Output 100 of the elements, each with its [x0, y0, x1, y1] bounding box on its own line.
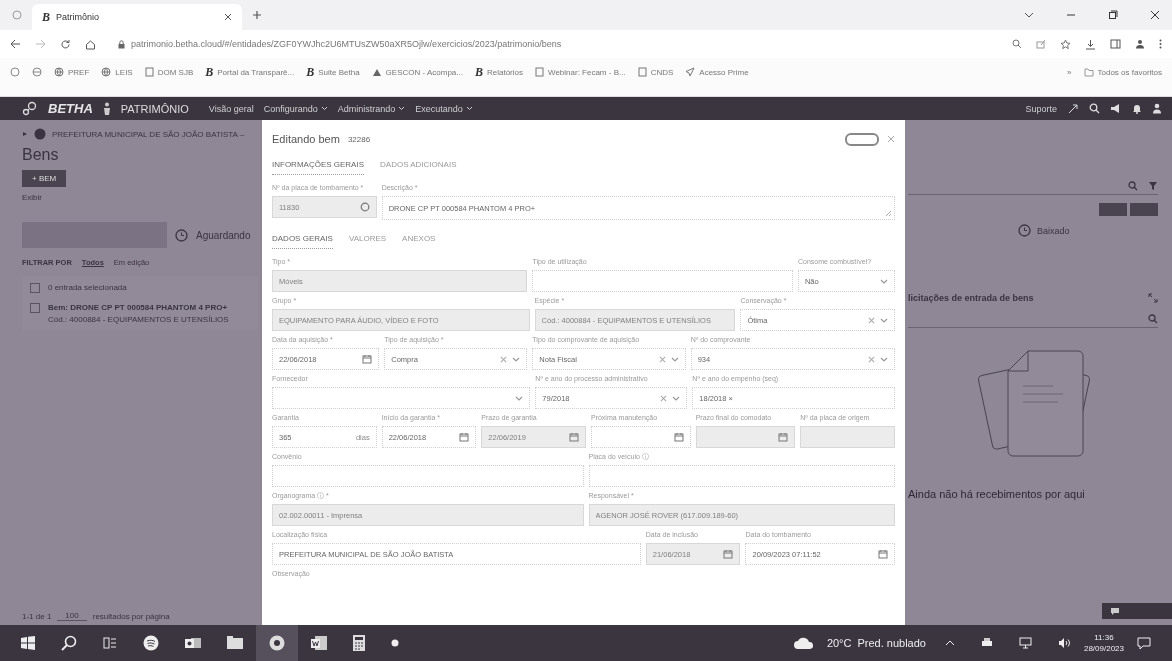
tab[interactable]: INFORMAÇÕES GERAIS [272, 160, 364, 175]
bookmark[interactable]: B Suite Betha [306, 66, 360, 78]
caret-icon [515, 395, 524, 401]
browser-tab[interactable]: B Patrimônio [32, 4, 242, 30]
checkbox[interactable] [30, 303, 40, 313]
temperature-text[interactable]: 20°C [826, 637, 852, 649]
volume-icon[interactable] [1057, 637, 1071, 649]
selection-count: 0 entrada selecionada [48, 283, 127, 292]
calendar-icon[interactable] [362, 354, 373, 364]
bookmark[interactable]: B Relatórios [474, 66, 523, 78]
item-title[interactable]: Bem: DRONE CP PT 000584 PHANTOM 4 PRO+ [48, 303, 229, 312]
user-icon[interactable] [1152, 103, 1162, 114]
printer-icon[interactable] [980, 637, 993, 649]
reload-icon[interactable] [60, 38, 71, 50]
resize-handle-icon[interactable] [885, 210, 892, 217]
checkbox[interactable] [30, 283, 40, 293]
forward-icon[interactable] [35, 39, 46, 49]
all-bookmarks-button[interactable]: Todos os favoritos [1083, 67, 1162, 77]
search-icon[interactable] [1089, 103, 1100, 114]
profile-icon[interactable] [1135, 39, 1145, 49]
bell-icon[interactable] [1132, 103, 1142, 114]
clear-icon[interactable] [868, 355, 875, 363]
expand-icon[interactable] [22, 131, 28, 137]
empty-state-text: Ainda não há recebimentos por aqui [908, 488, 1086, 500]
select-field[interactable] [272, 387, 531, 409]
close-icon[interactable] [1150, 10, 1160, 20]
expand-icon[interactable] [1148, 293, 1158, 303]
breadcrumb-text[interactable]: PREFEITURA MUNICIPAL DE SÃO JOÃO BATISTA – [52, 129, 245, 139]
bookmark[interactable]: CNDS [637, 67, 674, 77]
zoom-icon[interactable] [1012, 39, 1022, 49]
megaphone-icon[interactable] [1110, 103, 1122, 114]
search-field[interactable] [908, 311, 1158, 328]
more-bookmarks-button[interactable]: » [1067, 67, 1072, 77]
folder-app-icon[interactable] [227, 636, 243, 650]
support-link[interactable]: Suporte [1025, 103, 1057, 114]
folder-icon [1083, 67, 1094, 77]
download-icon[interactable] [1085, 38, 1096, 50]
clear-icon[interactable] [658, 355, 666, 363]
molecule-logo-icon [22, 100, 38, 117]
mountain-icon [371, 67, 382, 77]
status-label[interactable]: Baixado [1037, 225, 1070, 236]
text-field[interactable] [272, 465, 584, 487]
tab[interactable]: DADOS GERAIS [272, 234, 333, 249]
bookmark[interactable]: Webinar: Fecam - B... [535, 67, 626, 77]
calendar-icon[interactable] [878, 549, 888, 559]
clear-icon[interactable] [500, 355, 508, 363]
chevron-down-icon[interactable] [1024, 12, 1034, 18]
browser-app-icon[interactable] [269, 635, 285, 651]
search-icon[interactable] [61, 635, 77, 651]
new-tab-icon[interactable] [252, 10, 262, 20]
bookmark[interactable]: Acesso Prime [685, 67, 749, 77]
site-logo: B [205, 66, 214, 78]
clear-icon[interactable] [868, 316, 875, 324]
caret-icon [880, 278, 888, 284]
clock-time[interactable]: 11:36 [1094, 633, 1114, 642]
date-field[interactable] [590, 426, 691, 448]
network-icon[interactable] [1018, 637, 1032, 649]
star-icon[interactable] [1060, 38, 1071, 50]
chevron-up-icon[interactable] [944, 640, 955, 646]
notification-icon[interactable] [1137, 636, 1151, 650]
nav-menu-item[interactable]: Visão geral [208, 103, 254, 114]
status-label[interactable]: Aguardando [196, 229, 251, 241]
close-icon[interactable] [224, 13, 232, 21]
menu-icon[interactable] [1159, 39, 1162, 49]
calendar-icon[interactable] [459, 432, 470, 442]
text-field[interactable] [588, 465, 895, 487]
feedback-button[interactable] [1102, 603, 1172, 619]
caret-icon [465, 106, 473, 111]
sidebar-icon[interactable] [1110, 39, 1121, 49]
search-field[interactable] [908, 178, 1158, 195]
product-name: PATRIMÔNIO [120, 102, 189, 115]
restore-icon[interactable] [1108, 10, 1118, 20]
page-size-select[interactable]: 100 [57, 611, 87, 621]
share-icon[interactable] [1036, 39, 1046, 49]
mail-app-icon[interactable] [185, 635, 201, 651]
clear-icon[interactable] [660, 394, 668, 402]
task-view-icon[interactable] [103, 636, 117, 650]
clock-date[interactable]: 28/09/2023 [1083, 644, 1124, 653]
bookmark[interactable]: LEIS [101, 67, 133, 77]
globe-icon [101, 67, 112, 77]
bookmark[interactable]: B Portal da Transparê... [205, 66, 295, 78]
filter-icon[interactable] [1148, 181, 1158, 191]
app-icon[interactable] [391, 639, 399, 647]
bookmark[interactable]: DOM SJB [144, 67, 194, 77]
back-icon[interactable] [10, 39, 21, 49]
bookmark[interactable]: GESCON - Acompa... [371, 67, 463, 77]
calculator-icon[interactable] [353, 635, 365, 651]
home-icon[interactable] [85, 38, 96, 50]
globe-icon[interactable] [32, 67, 42, 77]
nav-menu-item[interactable]: Executando [415, 103, 473, 114]
add-button[interactable]: + BEM [22, 170, 67, 187]
document-app-icon[interactable] [311, 635, 327, 651]
calendar-icon[interactable] [673, 432, 684, 442]
nav-menu-item[interactable]: Configurando [263, 103, 328, 114]
bookmark[interactable]: PREF [54, 67, 90, 77]
nav-menu-item[interactable]: Administrando [337, 103, 406, 114]
windows-start-icon[interactable] [21, 636, 35, 650]
music-app-icon[interactable] [143, 635, 159, 651]
text-field[interactable] [532, 270, 793, 292]
weather-text[interactable]: Pred. nublado [857, 637, 926, 649]
